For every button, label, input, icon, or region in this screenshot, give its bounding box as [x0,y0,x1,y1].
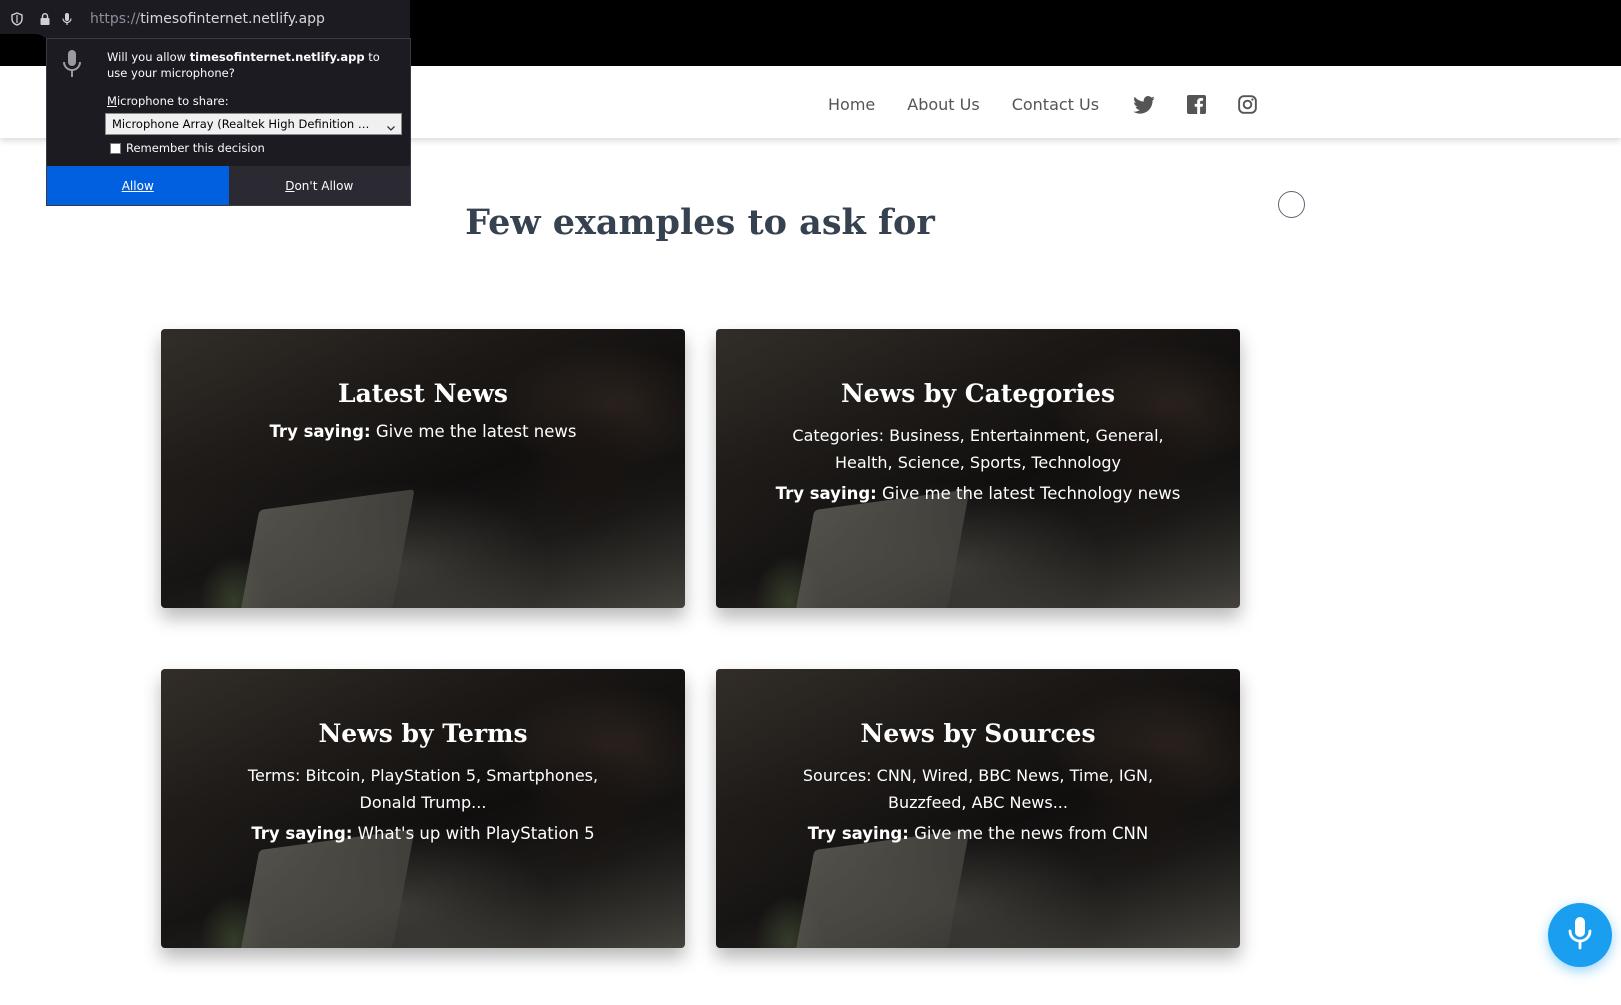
card-title: Latest News [338,379,508,408]
selected-device: Microphone Array (Realtek High Definitio… [112,117,396,131]
try-label: Try saying: [251,824,353,843]
card-description: Categories: Business, Entertainment, Gen… [792,426,1164,472]
try-text: Give me the news from CNN [908,824,1149,843]
card-title: News by Sources [860,719,1096,748]
card-try-saying: Try saying: Give me the news from CNN [716,824,1240,843]
dont-allow-button[interactable]: Don't Allow [228,166,410,205]
microphone-icon [61,49,83,83]
card-news-by-categories: News by Categories Categories: Business,… [716,329,1240,608]
try-text: What's up with PlayStation 5 [352,824,595,843]
microphone-share-label: Microphone to share: [107,94,229,108]
nav-contact-us[interactable]: Contact Us [1012,95,1099,114]
share-label-text: icrophone to share: [116,94,229,108]
main-nav: Home About Us Contact Us [828,95,1289,114]
card-image-laptop [792,489,970,608]
card-content: Latest News Try saying: Give me the late… [161,329,685,441]
facebook-icon[interactable] [1187,95,1207,114]
card-image-laptop [237,829,415,948]
nav-about-us[interactable]: About Us [907,95,979,114]
card-latest-news: Latest News Try saying: Give me the late… [161,329,685,608]
card-try-saying: Try saying: Give me the latest Technolog… [716,484,1240,503]
url-protocol: https:// [90,11,141,27]
microphone-icon [1567,916,1593,955]
card-description: Sources: CNN, Wired, BBC News, Time, IGN… [802,766,1154,812]
permission-buttons: Allow Don't Allow [47,166,410,205]
microphone-device-select[interactable]: Microphone Array (Realtek High Definitio… [105,113,402,135]
try-text: Give me the latest Technology news [876,484,1181,503]
social-links [1133,95,1289,114]
card-content: News by Categories Categories: Business,… [716,329,1240,503]
card-news-by-terms: News by Terms Terms: Bitcoin, PlayStatio… [161,669,685,948]
try-label: Try saying: [269,422,371,441]
deny-accesskey: D [285,178,295,193]
address-bar[interactable]: https://timesofinternet.netlify.app [0,0,410,38]
card-title: News by Categories [840,379,1116,408]
card-title: News by Terms [318,719,528,748]
remember-label: Remember this decision [126,141,265,155]
lock-icon[interactable] [34,8,56,30]
url-text[interactable]: https://timesofinternet.netlify.app [90,11,325,27]
permission-question: Will you allow timesofinternet.netlify.a… [107,49,402,81]
card-description: Terms: Bitcoin, PlayStation 5, Smartphon… [247,766,599,812]
card-try-saying: Try saying: What's up with PlayStation 5 [161,824,685,843]
card-content: News by Terms Terms: Bitcoin, PlayStatio… [161,669,685,843]
chevron-down-icon [386,119,396,134]
card-try-saying: Try saying: Give me the latest news [161,422,685,441]
allow-button[interactable]: Allow [47,166,229,205]
remember-decision[interactable]: Remember this decision [110,141,265,155]
question-prefix: Will you allow [107,50,190,64]
card-image-laptop [792,829,970,948]
card-content: News by Sources Sources: CNN, Wired, BBC… [716,669,1240,843]
question-host: timesofinternet.netlify.app [189,50,365,64]
try-label: Try saying: [807,824,909,843]
instagram-icon[interactable] [1238,95,1257,114]
try-label: Try saying: [775,484,877,503]
microphone-permission-popup: Will you allow timesofinternet.netlify.a… [46,38,411,206]
card-image-laptop [237,489,415,608]
card-news-by-sources: News by Sources Sources: CNN, Wired, BBC… [716,669,1240,948]
redaction [0,34,50,64]
twitter-icon[interactable] [1133,95,1155,114]
page-title: Few examples to ask for [465,202,935,243]
deny-label: on't Allow [294,178,354,193]
try-text: Give me the latest news [370,422,577,441]
share-label-accesskey: M [107,94,117,108]
remember-checkbox[interactable] [110,142,121,154]
microphone-icon[interactable] [56,8,78,30]
shield-icon[interactable] [6,8,28,30]
nav-home[interactable]: Home [828,95,875,114]
voice-assistant-button[interactable] [1548,903,1612,967]
url-host: timesofinternet.netlify.app [140,11,325,27]
